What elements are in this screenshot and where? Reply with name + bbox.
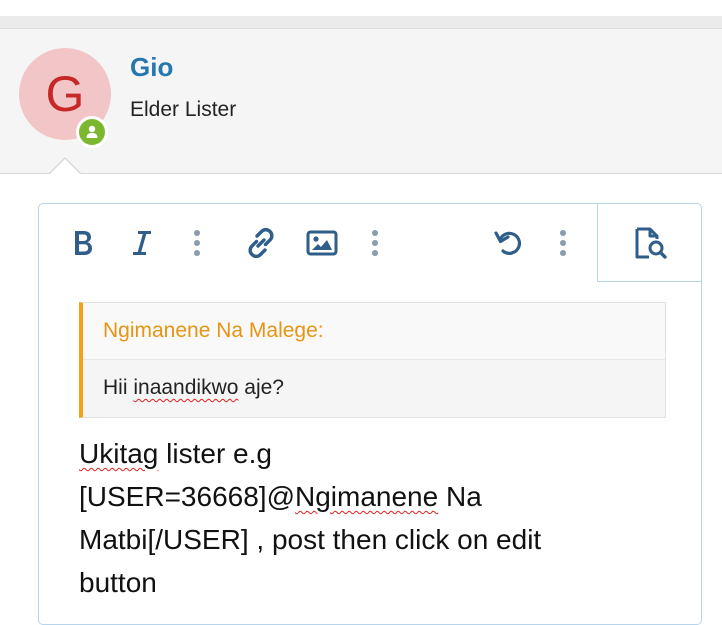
message-word-misspelled: Ukitag bbox=[79, 438, 159, 469]
preview-icon-wrap bbox=[630, 224, 670, 262]
more-options-icon bbox=[560, 230, 566, 256]
panel-pointer-inner bbox=[49, 159, 81, 175]
undo-button[interactable] bbox=[491, 224, 527, 262]
editor-toolbar bbox=[39, 204, 702, 282]
online-status-badge bbox=[76, 116, 108, 148]
message-fragment: [USER=36668]@ bbox=[79, 481, 295, 512]
quote-block[interactable]: Ngimanene Na Malege: Hii inaandikwo aje? bbox=[79, 302, 666, 418]
italic-button[interactable] bbox=[127, 224, 157, 262]
username-link[interactable]: Gio bbox=[130, 52, 173, 83]
top-divider bbox=[0, 16, 722, 29]
user-title: Elder Lister bbox=[130, 98, 237, 121]
message-word-misspelled: Ngimanene bbox=[295, 481, 439, 512]
bold-button[interactable] bbox=[65, 224, 101, 262]
message-fragment: Na bbox=[438, 481, 482, 512]
quote-header: Ngimanene Na Malege: bbox=[83, 303, 665, 360]
insert-more-button[interactable] bbox=[365, 224, 385, 262]
user-panel: G Gio Elder Lister bbox=[0, 29, 722, 174]
text-more-button[interactable] bbox=[187, 224, 207, 262]
image-icon bbox=[306, 230, 338, 256]
more-options-icon bbox=[194, 230, 200, 256]
message-fragment: Matbi[/USER] , post then click on edit bbox=[79, 524, 542, 555]
preview-icon bbox=[635, 227, 667, 259]
more-options-icon bbox=[372, 230, 378, 256]
quote-word: Hii bbox=[103, 376, 128, 399]
quote-word-misspelled: inaandikwo bbox=[133, 376, 239, 399]
link-icon bbox=[248, 227, 274, 259]
quote-author[interactable]: Ngimanene Na Malege: bbox=[103, 319, 324, 343]
quote-text: Hii inaandikwo aje? bbox=[103, 376, 284, 400]
user-online-icon bbox=[79, 119, 105, 145]
quote-word: aje? bbox=[244, 376, 284, 399]
avatar-letter: G bbox=[45, 66, 85, 122]
italic-icon bbox=[133, 231, 151, 255]
message-text[interactable]: Ukitag lister e.g [USER=36668]@Ngimanene … bbox=[79, 432, 669, 604]
image-button[interactable] bbox=[303, 224, 341, 262]
history-more-button[interactable] bbox=[553, 224, 573, 262]
bold-icon bbox=[75, 231, 92, 255]
top-strip bbox=[0, 0, 722, 16]
message-fragment: lister e.g bbox=[158, 438, 272, 469]
undo-icon bbox=[494, 231, 522, 255]
link-button[interactable] bbox=[241, 224, 281, 262]
preview-button[interactable] bbox=[597, 204, 702, 282]
message-editor[interactable]: Ngimanene Na Malege: Hii inaandikwo aje?… bbox=[38, 203, 702, 625]
message-fragment: button bbox=[79, 567, 157, 598]
